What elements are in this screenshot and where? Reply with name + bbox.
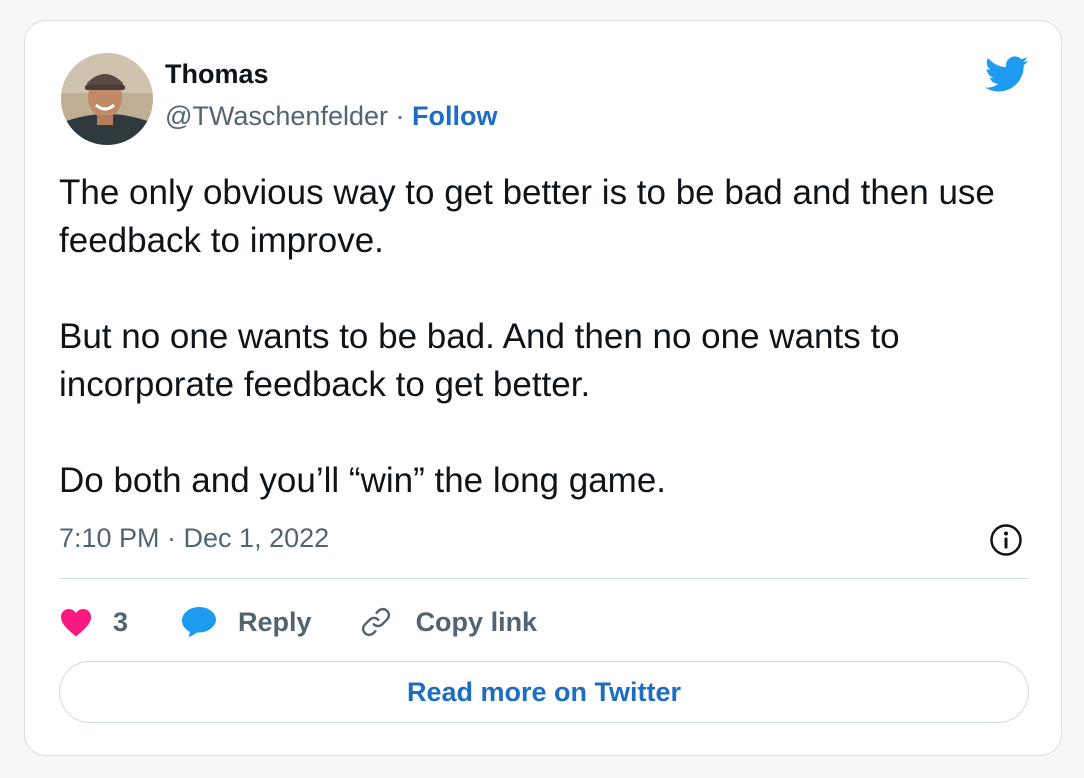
- like-button[interactable]: 3: [59, 607, 128, 638]
- avatar-photo: [61, 53, 153, 145]
- like-count: 3: [113, 606, 129, 637]
- heart-icon: [61, 609, 91, 637]
- tweet-paragraph: But no one wants to be bad. And then no …: [59, 317, 900, 404]
- tweet-timestamp[interactable]: 7:10 PM · Dec 1, 2022: [59, 523, 329, 554]
- author-name[interactable]: Thomas: [165, 59, 269, 90]
- author-handle-line: @TWaschenfelder · Follow: [165, 101, 498, 132]
- tweet-paragraph: Do both and you’ll “win” the long game.: [59, 461, 667, 500]
- tweet-paragraph: The only obvious way to get better is to…: [59, 173, 995, 260]
- read-more-button[interactable]: Read more on Twitter: [59, 661, 1029, 723]
- divider: [59, 578, 1029, 579]
- action-bar: 3 Reply Copy link: [59, 601, 537, 643]
- twitter-bird-icon[interactable]: [983, 55, 1029, 93]
- author-handle[interactable]: @TWaschenfelder: [165, 101, 388, 131]
- reply-label: Reply: [238, 606, 312, 637]
- avatar[interactable]: [61, 53, 153, 145]
- copy-link-label: Copy link: [415, 606, 538, 637]
- handle-separator: ·: [395, 101, 405, 131]
- copy-link-button[interactable]: Copy link: [358, 604, 538, 640]
- info-icon[interactable]: [989, 523, 1023, 557]
- reply-button[interactable]: Reply: [180, 605, 312, 639]
- link-icon: [361, 608, 390, 636]
- follow-link[interactable]: Follow: [412, 101, 497, 131]
- tweet-card: Thomas @TWaschenfelder · Follow The only…: [24, 20, 1062, 756]
- tweet-text: The only obvious way to get better is to…: [59, 169, 1019, 505]
- speech-bubble-icon: [182, 607, 217, 638]
